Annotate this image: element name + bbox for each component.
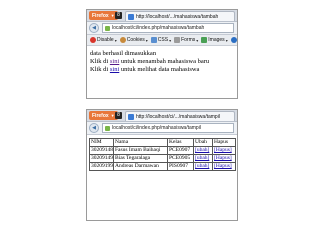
forms-icon [174,37,181,43]
cell-ubah: [ubah] [193,162,213,171]
line-prefix: Klik di [90,58,110,65]
table-row: 30209149 Bias Tegaralaga PCE0905 [ubah] [Hap… [89,154,236,163]
address-text: localhost/ci/index.php/mahasiswa/tampil [112,125,201,131]
firefox-menu-label: Firefox [92,13,109,19]
firefox-menu-button[interactable]: Firefox ▼ [89,11,118,20]
table-row: 30209148 Fasus Imam Baihaqi PCE0907 [ubah] [… [89,146,236,155]
delete-link[interactable]: [Hapus] [214,156,232,162]
cell-hapus: [Hapus] [212,146,236,155]
cell-nama: Andreas Darmawan [113,162,168,171]
cell-kelas: PIS0907 [167,162,194,171]
css-icon [150,37,157,43]
page-content: data berhasil dimasukkan Klik di sini un… [87,46,237,74]
line-prefix: Klik di [90,66,110,73]
delete-link[interactable]: [Hapus] [214,148,232,154]
favicon-icon [128,113,134,120]
cell-ubah: [ubah] [193,146,213,155]
toolbar-item-label: Forms [181,37,196,43]
address-bar[interactable]: localhost/ci/index.php/mahasiswa/tampil [102,123,234,133]
add-student-line: Klik di sini untuk menambah mahasiswa ba… [90,58,234,66]
browser-window-tampil: Firefox ▼ 8 http://localhost/ci/.../mahas… [86,109,238,221]
toolbar-item-label: Images [208,37,225,43]
cell-hapus: [Hapus] [212,162,236,171]
tab-group-badge[interactable]: 8 [115,112,122,119]
student-table: NIM Nama Kelas Ubah Hapus 30209148 Fasus … [89,138,236,171]
toolbar-item-disable[interactable]: Disable ▾ [90,37,117,43]
cell-kelas: PCE0905 [167,154,194,163]
cell-kelas: PCE0907 [167,146,194,155]
edit-link[interactable]: [ubah] [195,164,209,170]
toolbar-item-label: Cookies [126,37,145,43]
cell-nim: 30209149 [89,154,114,163]
line-suffix: untuk melihat data mahasiswa [119,66,200,73]
address-bar[interactable]: localhost/ci/index.php/mahasiswa/tambah [102,23,234,33]
view-students-line: Klik di sini untuk melihat data mahasisw… [90,66,234,74]
delete-link[interactable]: [Hapus] [214,164,232,170]
cell-hapus: [Hapus] [212,154,236,163]
table-body: 30209148 Fasus Imam Baihaqi PCE0907 [ubah][… [89,146,236,171]
column-header-ubah: Ubah [193,138,213,147]
browser-tab[interactable]: http://localhost/ci/.../mahasiswa/tampil [125,111,235,121]
cell-ubah: [ubah] [193,154,213,163]
site-identity-icon [105,25,110,31]
line-suffix: untuk menambah mahasiswa baru [119,58,210,65]
tab-group-badge[interactable]: 8 [115,12,122,19]
edit-link[interactable]: [ubah] [195,148,209,154]
firefox-menu-button[interactable]: Firefox ▼ [89,111,118,120]
inf-icon [230,37,237,43]
column-header-nama: Nama [113,138,168,147]
column-header-hapus: Hapus [212,138,236,147]
table-row: 30209199 Andreas Darmawan PIS0907 [ubah] [Ha… [89,162,236,171]
success-message: data berhasil dimasukkan [90,50,157,57]
back-arrow-icon[interactable]: ◀ [89,123,99,133]
table-header-row: NIM Nama Kelas Ubah Hapus [89,138,236,147]
chevron-down-icon: ▾ [196,37,199,43]
toolbar-item-label: CSS [157,37,169,43]
column-header-nim: NIM [89,138,114,147]
images-icon [201,37,208,43]
navigation-bar: ◀ localhost/ci/index.php/mahasiswa/tampi… [87,122,237,135]
toolbar-item-inf[interactable]: Inf [230,37,237,43]
view-students-link[interactable]: sini [110,66,119,73]
cell-nim: 30209148 [89,146,114,155]
site-identity-icon [105,125,110,131]
toolbar-item-label: Disable [97,37,114,43]
column-header-kelas: Kelas [167,138,194,147]
toolbar-item-cookies[interactable]: Cookies ▾ [119,37,148,43]
chevron-down-icon: ▾ [145,37,148,43]
cell-nama: Fasus Imam Baihaqi [113,146,168,155]
disable-icon [90,37,96,43]
tab-bar: Firefox ▼ 8 http://localhost/ci/.../mahas… [87,110,237,122]
cell-nama: Bias Tegaralaga [113,154,168,163]
toolbar-item-forms[interactable]: Forms ▾ [174,37,198,43]
web-developer-toolbar: Disable▾Cookies▾CSS▾Forms▾Images▾Inf [87,35,237,46]
firefox-menu-label: Firefox [92,113,109,119]
tab-title: http://localhost/.../mahasiswa/tambah [136,13,219,20]
browser-tab[interactable]: http://localhost/.../mahasiswa/tambah [125,11,235,21]
back-arrow-icon[interactable]: ◀ [89,23,99,33]
browser-window-tambah: Firefox ▼ 8 http://localhost/.../mahasisw… [86,9,238,99]
tab-bar: Firefox ▼ 8 http://localhost/.../mahasisw… [87,10,237,22]
chevron-down-icon: ▾ [225,37,228,43]
toolbar-item-images[interactable]: Images ▾ [201,37,228,43]
edit-link[interactable]: [ubah] [195,156,209,162]
add-student-link[interactable]: sini [110,58,119,65]
navigation-bar: ◀ localhost/ci/index.php/mahasiswa/tamba… [87,22,237,35]
tab-title: http://localhost/ci/.../mahasiswa/tampil [136,113,220,120]
cell-nim: 30209199 [89,162,114,171]
chevron-down-icon: ▾ [114,37,117,43]
address-text: localhost/ci/index.php/mahasiswa/tambah [112,25,205,31]
chevron-down-icon: ▾ [169,37,172,43]
toolbar-item-css[interactable]: CSS ▾ [150,37,172,43]
cookies-icon [119,37,126,43]
favicon-icon [128,13,134,20]
